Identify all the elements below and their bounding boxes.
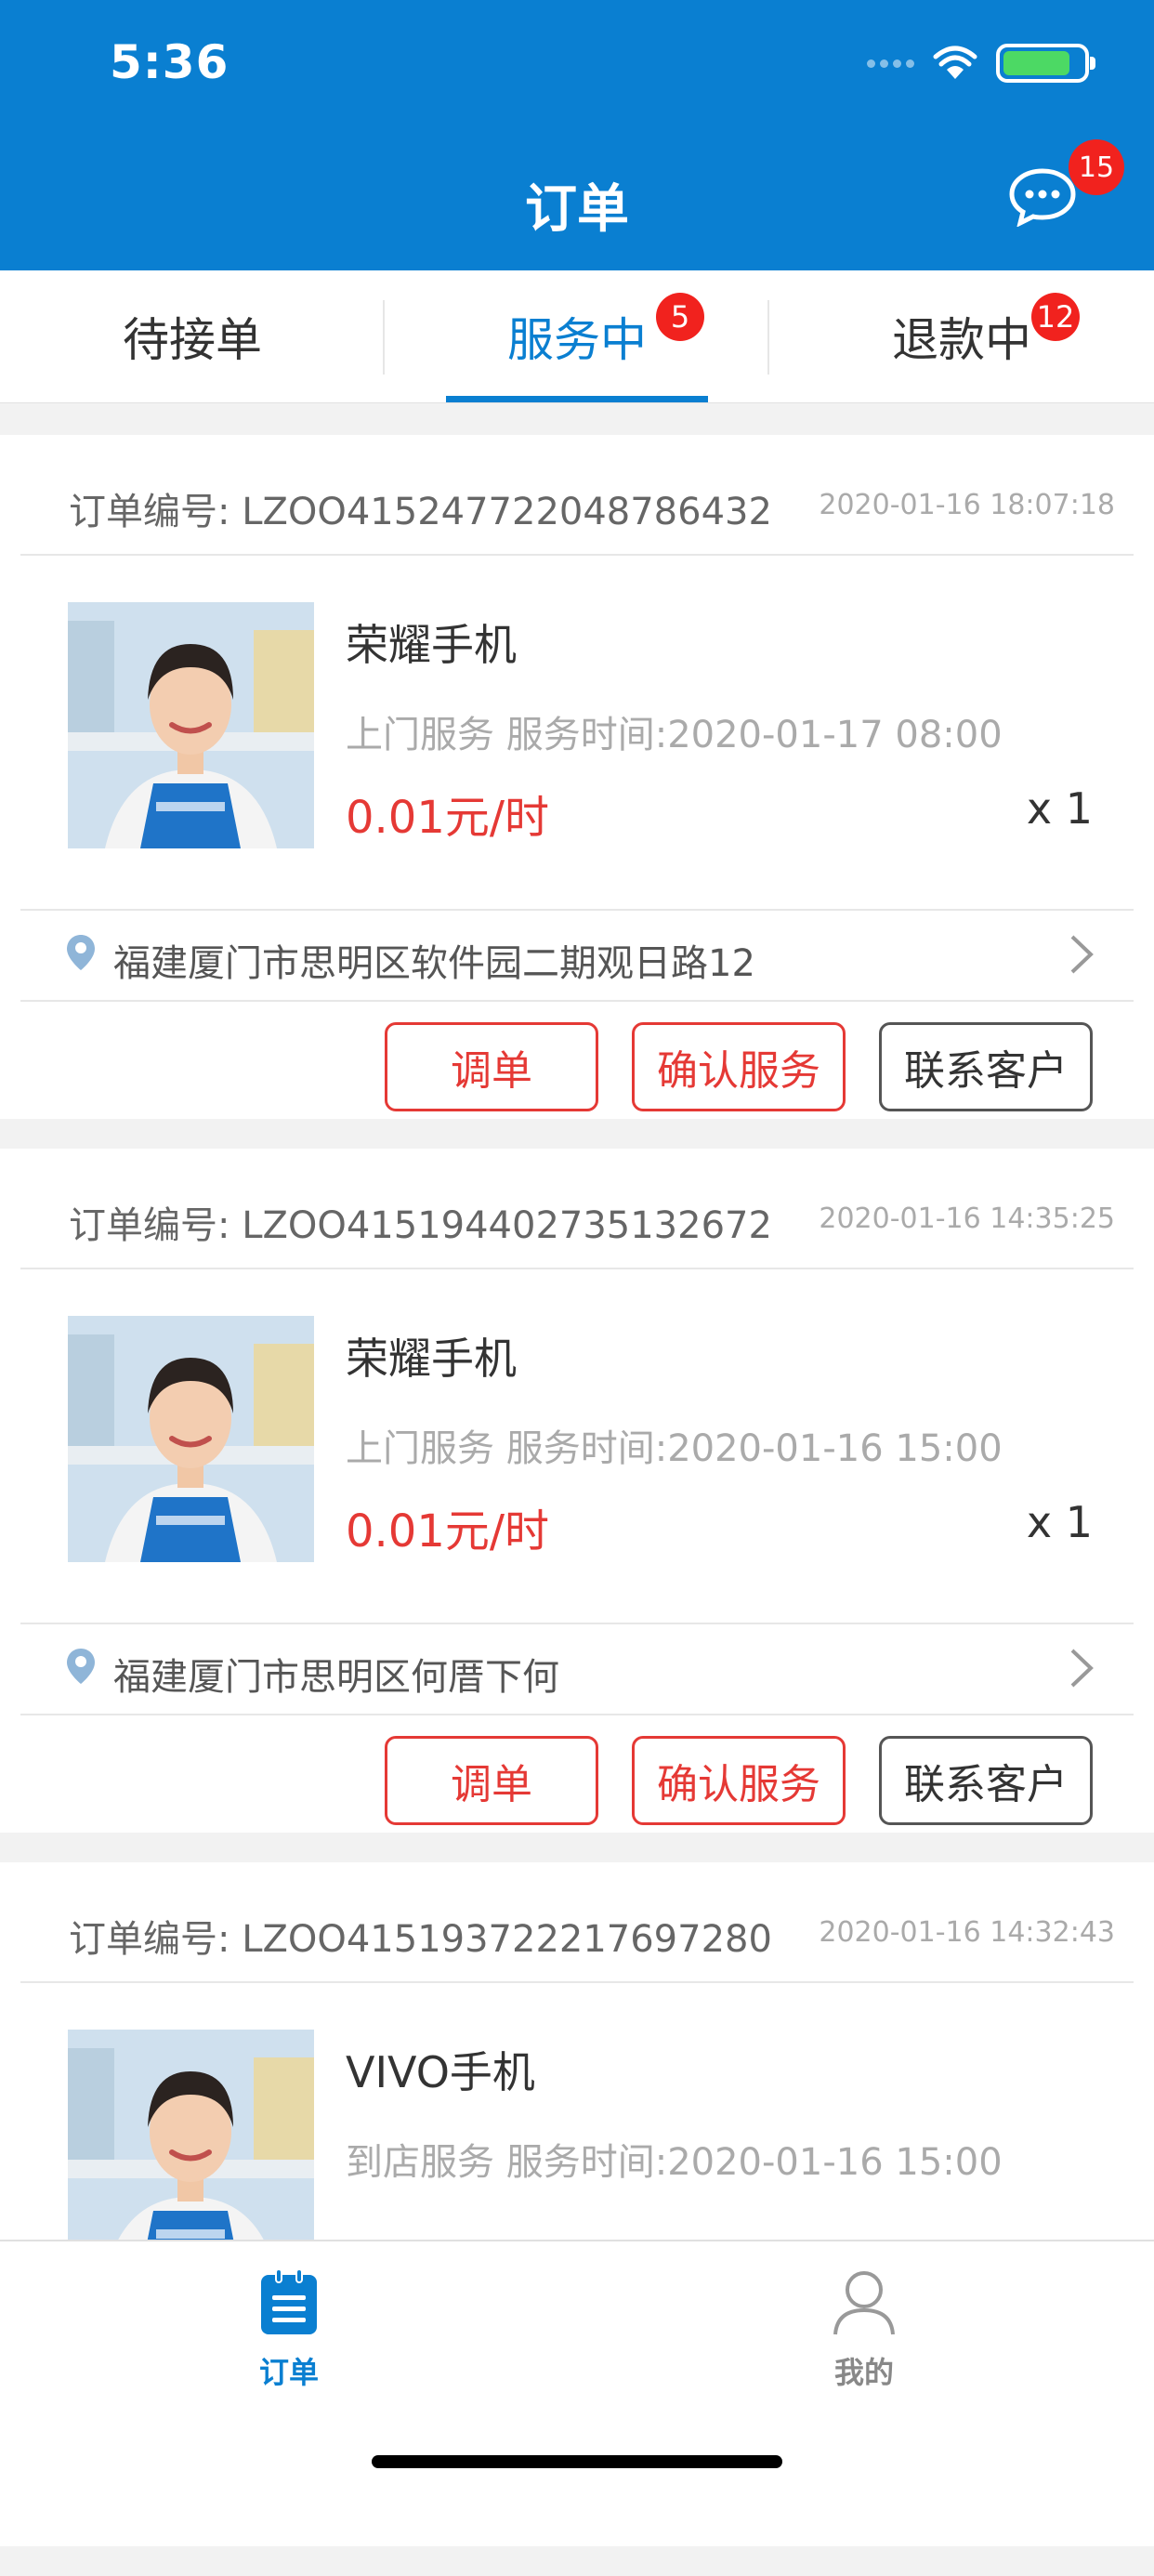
battery-icon [996,44,1095,83]
cell-signal-icon [867,59,914,68]
person-icon [833,2271,895,2335]
order-body: 荣耀手机 上门服务 服务时间:2020-01-16 15:00 0.01元/时 … [0,1269,1154,1623]
adjust-order-button[interactable]: 调单 [385,1736,598,1825]
order-actions: 调单 确认服务 联系客户 [385,1022,1093,1111]
order-actions: 调单 确认服务 联系客户 [385,1736,1093,1825]
price: 0.01元/时 [346,792,550,844]
product-thumbnail [68,1316,314,1562]
tab-refunding[interactable]: 退款中 12 [769,270,1154,402]
order-number: 订单编号: LZOO415193722217697280 [69,1918,772,1961]
chevron-right-icon [1070,935,1094,974]
nav-label: 我的 [833,2355,894,2390]
service-info: 上门服务 服务时间:2020-01-17 08:00 [346,714,1003,756]
order-time: 2020-01-16 14:35:25 [819,1203,1115,1235]
order-time: 2020-01-16 14:32:43 [819,1916,1115,1949]
order-header: 订单编号: LZOO415193722217697280 2020-01-16 … [20,1862,1134,1983]
location-pin-icon [67,1649,95,1684]
order-header: 订单编号: LZOO415194402735132672 2020-01-16 … [20,1149,1134,1269]
contact-customer-button[interactable]: 联系客户 [879,1022,1093,1111]
product-name: 荣耀手机 [346,620,517,670]
tab-badge: 5 [656,293,704,341]
status-tabs: 待接单 服务中 5 退款中 12 [0,270,1154,403]
tab-badge: 12 [1031,293,1080,341]
order-header: 订单编号: LZOO415247722048786432 2020-01-16 … [20,435,1134,556]
adjust-order-button[interactable]: 调单 [385,1022,598,1111]
product-name: VIVO手机 [346,2047,535,2097]
chevron-right-icon [1070,1649,1094,1688]
price: 0.01元/时 [346,1505,550,1557]
order-card[interactable]: 订单编号: LZOO415194402735132672 2020-01-16 … [0,1149,1154,1833]
order-number: 订单编号: LZOO415194402735132672 [69,1204,772,1247]
address-row[interactable]: 福建厦门市思明区何厝下何 [20,1623,1134,1715]
nav-label: 订单 [258,2355,319,2390]
app-header: 5:36 订单 15 [0,0,1154,270]
nav-mine[interactable]: 我的 [771,2267,957,2392]
order-body: 荣耀手机 上门服务 服务时间:2020-01-17 08:00 0.01元/时 … [0,556,1154,909]
chat-bubble-icon[interactable] [1008,167,1077,227]
tab-label: 服务中 [507,313,647,367]
status-icons [867,42,1095,85]
tab-label: 退款中 [892,313,1031,367]
product-name: 荣耀手机 [346,1334,517,1384]
contact-customer-button[interactable]: 联系客户 [879,1736,1093,1825]
page-title: 订单 [525,179,629,240]
tab-pending[interactable]: 待接单 [0,270,385,402]
status-time: 5:36 [110,35,229,89]
order-card[interactable]: 订单编号: LZOO415247722048786432 2020-01-16 … [0,435,1154,1119]
order-number: 订单编号: LZOO415247722048786432 [69,491,772,533]
service-info: 上门服务 服务时间:2020-01-16 15:00 [346,1427,1003,1470]
home-indicator [372,2455,782,2468]
product-thumbnail [68,602,314,848]
address-text: 福建厦门市思明区软件园二期观日路12 [113,942,755,985]
active-tab-indicator [446,396,708,402]
location-pin-icon [67,935,95,970]
order-time: 2020-01-16 18:07:18 [819,489,1115,521]
clipboard-icon [261,2268,317,2334]
nav-orders[interactable]: 订单 [196,2267,382,2392]
address-text: 福建厦门市思明区何厝下何 [113,1656,559,1699]
quantity: x 1 [1026,1497,1093,1547]
tab-in-service[interactable]: 服务中 5 [385,270,769,402]
wifi-icon [933,46,977,79]
quantity: x 1 [1026,783,1093,834]
message-count-badge: 15 [1069,139,1124,195]
confirm-service-button[interactable]: 确认服务 [632,1022,846,1111]
address-row[interactable]: 福建厦门市思明区软件园二期观日路12 [20,909,1134,1002]
service-info: 到店服务 服务时间:2020-01-16 15:00 [346,2141,1003,2184]
confirm-service-button[interactable]: 确认服务 [632,1736,846,1825]
tab-label: 待接单 [123,313,262,367]
